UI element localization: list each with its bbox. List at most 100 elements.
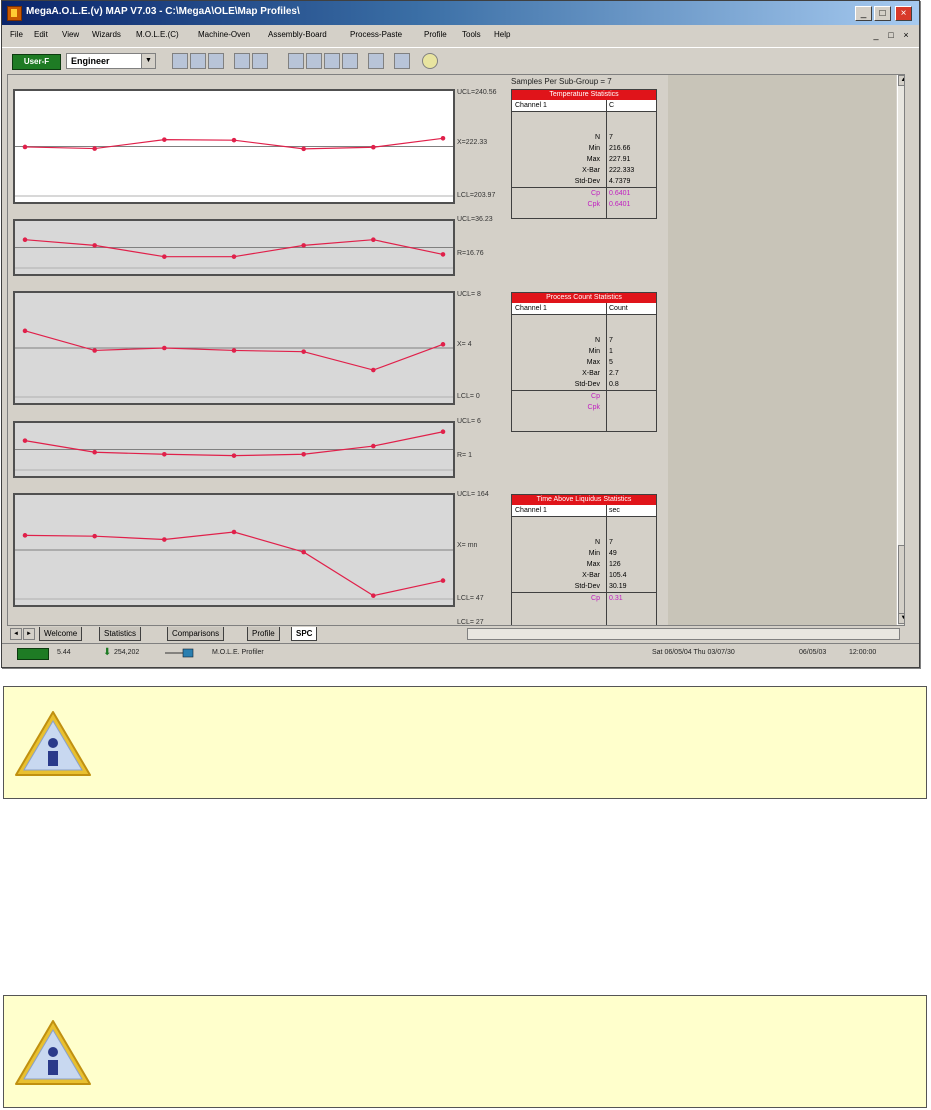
data-point[interactable] <box>301 451 306 457</box>
data-point[interactable] <box>162 254 167 259</box>
tab-statistics[interactable]: Statistics <box>99 627 142 641</box>
open-icon[interactable] <box>208 53 224 69</box>
data-point[interactable] <box>162 137 167 142</box>
menu-edit[interactable]: Edit <box>34 30 48 39</box>
menu-machine-oven[interactable]: Machine-Oven <box>198 30 250 39</box>
data-point[interactable] <box>231 137 237 143</box>
data-point[interactable] <box>22 144 28 150</box>
data-point[interactable] <box>231 254 237 259</box>
cap-value: 0.31 <box>609 595 623 602</box>
tab-prev-button[interactable]: ◄ <box>10 628 22 640</box>
stat-row: Std-Dev 4.7379 <box>512 176 656 187</box>
save-icon[interactable] <box>190 53 206 69</box>
mdi-minimize-button[interactable]: _ <box>870 29 882 41</box>
data-point[interactable] <box>22 328 28 334</box>
menu-profile[interactable]: Profile <box>424 30 447 39</box>
menu-bar: File Edit View Wizards M.O.L.E.(C) Machi… <box>2 26 919 46</box>
stat-value: 222.333 <box>609 167 635 174</box>
chart-icon[interactable] <box>324 53 340 69</box>
data-point[interactable] <box>371 367 376 373</box>
maximize-button[interactable]: □ <box>874 6 891 21</box>
scrollbar-thumb[interactable] <box>898 545 904 615</box>
data-point[interactable] <box>440 135 446 141</box>
menu-help[interactable]: Help <box>494 30 510 39</box>
close-button[interactable]: × <box>895 6 912 21</box>
chart-svg-2 <box>15 328 453 398</box>
chevron-down-icon[interactable]: ▼ <box>141 54 155 68</box>
data-point[interactable] <box>162 451 167 457</box>
data-point[interactable] <box>301 146 306 152</box>
cap-value: 0.6401 <box>609 201 631 208</box>
data-point[interactable] <box>440 429 446 435</box>
stat-label: Max <box>586 156 600 163</box>
count-xbar-chart <box>13 291 455 405</box>
data-point[interactable] <box>371 144 376 150</box>
table-icon[interactable] <box>306 53 322 69</box>
data-point[interactable] <box>92 243 97 248</box>
list-icon[interactable] <box>368 53 384 69</box>
menu-tools[interactable]: Tools <box>462 30 481 39</box>
data-point[interactable] <box>301 349 306 354</box>
info-note-box <box>3 995 927 1108</box>
data-point[interactable] <box>92 146 97 151</box>
subgroup-label: Samples Per Sub-Group = 7 <box>511 77 612 86</box>
tab-profile[interactable]: Profile <box>247 627 280 641</box>
data-point[interactable] <box>92 348 97 353</box>
data-point[interactable] <box>162 537 167 542</box>
mdi-close-button[interactable]: × <box>900 29 912 41</box>
unit-label: C <box>609 102 615 109</box>
data-point[interactable] <box>440 578 446 583</box>
tab-next-button[interactable]: ► <box>23 628 35 640</box>
temperature-xbar-chart <box>13 89 455 204</box>
settings-icon[interactable] <box>394 53 410 69</box>
data-point[interactable] <box>371 237 376 243</box>
channel-label: Channel 1 <box>515 102 547 109</box>
minimize-button[interactable]: _ <box>855 6 872 21</box>
data-point[interactable] <box>371 443 376 449</box>
data-point[interactable] <box>92 533 97 539</box>
tab-comparisons[interactable]: Comparisons <box>167 627 225 641</box>
data-point[interactable] <box>440 252 446 257</box>
horizontal-scrollbar[interactable] <box>467 628 900 640</box>
menu-mole[interactable]: M.O.L.E.(C) <box>136 30 179 39</box>
data-point[interactable] <box>231 529 237 535</box>
paste-icon[interactable] <box>252 53 268 69</box>
scroll-up-button[interactable]: ▲ <box>898 75 904 86</box>
menu-view[interactable]: View <box>62 30 79 39</box>
app-icon[interactable] <box>7 6 22 21</box>
data-point[interactable] <box>22 438 28 443</box>
menu-process-paste[interactable]: Process-Paste <box>350 30 402 39</box>
stat-row: Min 216.66 <box>512 143 656 154</box>
copy-icon[interactable] <box>234 53 250 69</box>
cap-label: Cpk <box>587 201 600 208</box>
scroll-down-button[interactable]: ▼ <box>898 613 904 624</box>
data-point[interactable] <box>301 243 306 248</box>
chart-svg-3 <box>15 429 453 471</box>
help-icon[interactable] <box>422 53 438 69</box>
menu-assembly-board[interactable]: Assembly-Board <box>268 30 327 39</box>
data-point[interactable] <box>301 549 306 555</box>
tab-spc[interactable]: SPC <box>291 627 318 641</box>
data-point[interactable] <box>162 345 167 351</box>
tab-welcome[interactable]: Welcome <box>39 627 83 641</box>
data-point[interactable] <box>440 342 446 347</box>
menu-file[interactable]: File <box>10 30 23 39</box>
mdi-restore-button[interactable]: □ <box>885 29 897 41</box>
user-button[interactable]: User-F <box>12 54 61 70</box>
vertical-scrollbar[interactable]: ▲ ▼ <box>897 75 904 625</box>
data-point[interactable] <box>22 237 28 243</box>
role-select[interactable]: Engineer ▼ <box>66 53 156 69</box>
temperature-range-chart <box>13 219 455 276</box>
status-indicator <box>17 648 49 660</box>
data-point[interactable] <box>92 449 97 455</box>
zoom-icon[interactable] <box>342 53 358 69</box>
data-point[interactable] <box>231 453 237 458</box>
data-point[interactable] <box>371 593 376 598</box>
data-point[interactable] <box>231 348 237 353</box>
print-icon[interactable] <box>172 53 188 69</box>
menu-wizards[interactable]: Wizards <box>92 30 121 39</box>
status-datetime: Sat 06/05/04 Thu 03/07/30 <box>652 649 735 656</box>
grid-icon[interactable] <box>288 53 304 69</box>
title-bar[interactable]: MegaA.O.L.E.(v) MAP V7.03 - C:\MegaA\OLE… <box>2 1 919 25</box>
data-point[interactable] <box>22 533 28 538</box>
